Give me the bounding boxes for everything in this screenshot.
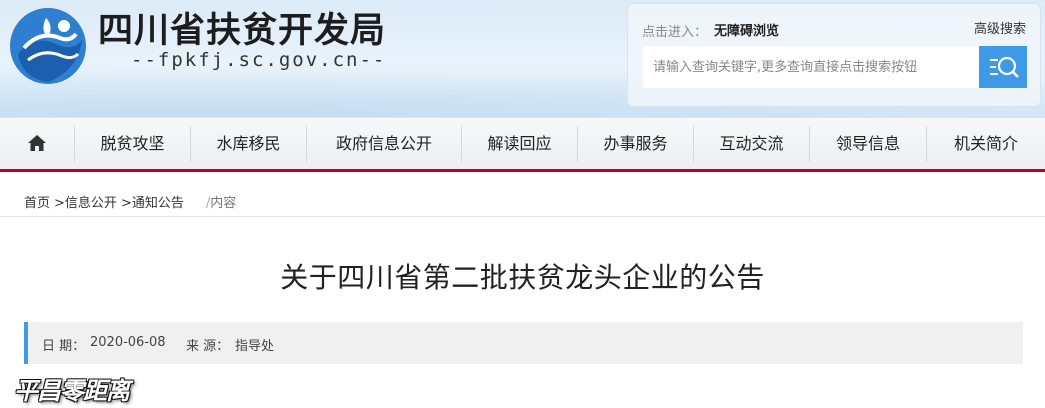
search-panel: 点击进入： 无障碍浏览 高级搜索 bbox=[627, 3, 1041, 107]
breadcrumb-notices[interactable]: 通知公告 bbox=[132, 196, 184, 211]
nav-item-interpretation[interactable]: 解读回应 bbox=[462, 118, 577, 170]
nav-item-poverty[interactable]: 脱贫攻坚 bbox=[75, 118, 190, 170]
accessibility-link[interactable]: 无障碍浏览 bbox=[714, 20, 779, 39]
search-input[interactable] bbox=[643, 46, 979, 88]
watermark: 平昌零距离 bbox=[14, 377, 130, 405]
article-meta-bar: 日 期： 2020-06-08 来 源： 指导处 bbox=[24, 322, 1023, 364]
breadcrumb-separator: > bbox=[54, 196, 65, 211]
search-icon bbox=[990, 56, 1019, 78]
nav-home[interactable] bbox=[0, 118, 74, 170]
nav-item-gov-info[interactable]: 政府信息公开 bbox=[307, 118, 461, 170]
home-icon bbox=[28, 134, 46, 151]
breadcrumb-underline bbox=[0, 216, 1045, 217]
site-logo-icon[interactable] bbox=[6, 4, 90, 88]
breadcrumb-home[interactable]: 首页 bbox=[24, 196, 50, 211]
advanced-search-link[interactable]: 高级搜索 bbox=[974, 18, 1026, 37]
source-value: 指导处 bbox=[235, 339, 275, 354]
breadcrumb-info-public[interactable]: 信息公开 bbox=[65, 196, 117, 211]
nav-item-interaction[interactable]: 互动交流 bbox=[694, 118, 809, 170]
source-label: 来 源： bbox=[186, 339, 230, 354]
article-title: 关于四川省第二批扶贫龙头企业的公告 bbox=[280, 261, 765, 294]
nav-item-about[interactable]: 机关简介 bbox=[927, 118, 1045, 170]
nav-item-reservoir[interactable]: 水库移民 bbox=[191, 118, 306, 170]
date-label: 日 期： bbox=[42, 339, 86, 354]
breadcrumb-current: 内容 bbox=[210, 196, 237, 211]
nav-item-services[interactable]: 办事服务 bbox=[578, 118, 693, 170]
main-nav: 脱贫攻坚 水库移民 政府信息公开 解读回应 办事服务 互动交流 领导信息 机关简… bbox=[0, 117, 1045, 172]
breadcrumb-separator: > bbox=[120, 196, 132, 211]
nav-item-leaders[interactable]: 领导信息 bbox=[810, 118, 926, 170]
breadcrumb: 首页 >信息公开 >通知公告/内容 bbox=[24, 192, 236, 211]
search-button[interactable] bbox=[979, 46, 1027, 88]
accessibility-label: 点击进入： bbox=[642, 25, 708, 40]
site-header: 四川省扶贫开发局 --fpkfj.sc.gov.cn-- 点击进入： 无障碍浏览… bbox=[0, 0, 1045, 117]
date-value: 2020-06-08 bbox=[90, 335, 166, 350]
site-domain: --fpkfj.sc.gov.cn-- bbox=[131, 49, 387, 71]
